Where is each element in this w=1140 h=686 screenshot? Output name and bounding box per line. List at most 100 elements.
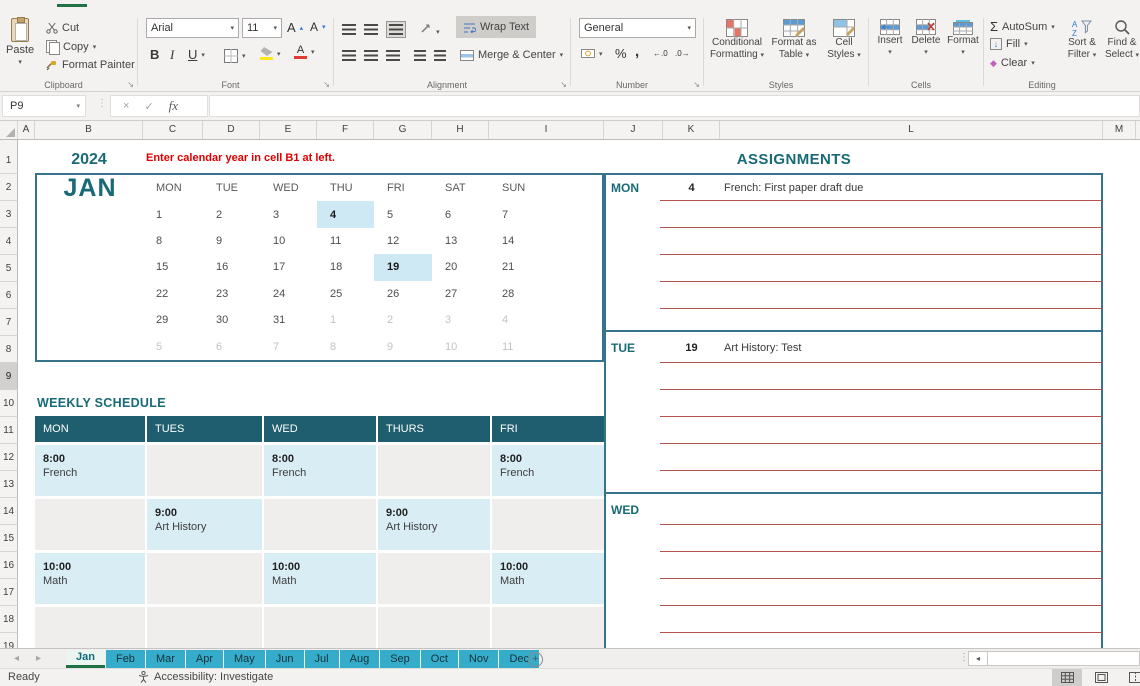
schedule-cell[interactable]: 10:00Math: [264, 553, 376, 604]
assignment-line[interactable]: [660, 470, 1102, 471]
calendar-day[interactable]: 27: [432, 281, 489, 307]
orientation-button[interactable]: ▾: [420, 22, 440, 37]
calendar-day-next-month[interactable]: 2: [374, 307, 432, 333]
calendar-day[interactable]: 21: [489, 254, 602, 280]
sheet-tab-jul[interactable]: Jul: [305, 650, 339, 668]
clipboard-dialog-launcher[interactable]: ↘: [127, 80, 134, 89]
cancel-icon[interactable]: ×: [123, 100, 129, 112]
format-as-table-button[interactable]: Format as Table ▾: [768, 19, 820, 62]
sheet-tab-mar[interactable]: Mar: [146, 650, 185, 668]
assignment-date-cell[interactable]: [663, 497, 720, 524]
page-layout-view-button[interactable]: [1086, 669, 1116, 686]
assignment-line[interactable]: [660, 416, 1102, 417]
percent-style-button[interactable]: %: [615, 46, 627, 61]
calendar-day[interactable]: 16: [203, 254, 260, 280]
column-header[interactable]: G: [374, 121, 432, 139]
sheet-tab-nov[interactable]: Nov: [459, 650, 499, 668]
calendar-day-next-month[interactable]: 10: [432, 333, 489, 359]
cell-styles-button[interactable]: Cell Styles ▾: [822, 19, 866, 62]
assignment-line[interactable]: [660, 308, 1102, 309]
calendar-day[interactable]: 28: [489, 281, 602, 307]
calendar-day-next-month[interactable]: 6: [203, 333, 260, 359]
calendar-day[interactable]: 30: [203, 307, 260, 333]
row-header[interactable]: 2: [0, 174, 18, 201]
align-middle-icon[interactable]: [364, 24, 378, 35]
row-header[interactable]: 5: [0, 255, 18, 282]
row-header[interactable]: 11: [0, 417, 18, 444]
italic-button[interactable]: I: [170, 47, 174, 63]
clear-button[interactable]: ◆ Clear ▾: [990, 57, 1035, 69]
schedule-cell[interactable]: [35, 607, 145, 648]
sheet-tab-feb[interactable]: Feb: [106, 650, 145, 668]
column-header[interactable]: F: [317, 121, 374, 139]
align-top-icon[interactable]: [342, 24, 356, 35]
font-color-button[interactable]: A ▾: [294, 45, 315, 59]
calendar-day-next-month[interactable]: 7: [260, 333, 317, 359]
assignment-line[interactable]: [660, 551, 1102, 552]
formula-input[interactable]: [209, 95, 1140, 117]
calendar-day[interactable]: 18: [317, 254, 374, 280]
assignment-date-cell[interactable]: 4: [663, 175, 720, 202]
align-left-icon[interactable]: [342, 50, 356, 61]
calendar-day-highlighted[interactable]: 19: [374, 254, 432, 280]
sheet-tab-sep[interactable]: Sep: [380, 650, 420, 668]
sheet-tab-aug[interactable]: Aug: [340, 650, 380, 668]
shrink-font-button[interactable]: A▾: [310, 20, 326, 34]
assignment-date-cell[interactable]: 19: [663, 335, 720, 362]
grow-font-button[interactable]: A▴: [287, 20, 303, 35]
normal-view-button[interactable]: [1052, 669, 1082, 686]
calendar-day[interactable]: 12: [374, 228, 432, 254]
accounting-format-button[interactable]: ▾: [581, 48, 603, 59]
sheet-tab-apr[interactable]: Apr: [186, 650, 223, 668]
calendar-day[interactable]: 20: [432, 254, 489, 280]
prev-sheet-icon[interactable]: ◂: [14, 653, 19, 664]
schedule-cell[interactable]: 10:00Math: [492, 553, 604, 604]
comma-style-button[interactable]: ,: [635, 43, 639, 60]
column-header[interactable]: I: [489, 121, 604, 139]
row-header[interactable]: 17: [0, 579, 18, 606]
row-header[interactable]: 19: [0, 633, 18, 648]
insert-cells-button[interactable]: Insert ▾: [873, 19, 907, 59]
assignment-line[interactable]: [660, 200, 1102, 201]
font-size-combo[interactable]: 11 ▾: [242, 18, 282, 38]
align-right-icon[interactable]: [386, 50, 400, 61]
calendar-day[interactable]: 17: [260, 254, 317, 280]
schedule-cell[interactable]: [264, 607, 376, 648]
assignment-line[interactable]: [660, 632, 1102, 633]
schedule-cell[interactable]: [35, 499, 145, 550]
fill-color-button[interactable]: ▾: [260, 47, 281, 60]
row-header-selected[interactable]: 9: [0, 363, 18, 390]
schedule-cell[interactable]: [147, 445, 262, 496]
format-painter-button[interactable]: Format Painter: [46, 59, 135, 71]
column-header[interactable]: D: [203, 121, 260, 139]
row-header[interactable]: 7: [0, 309, 18, 336]
calendar-day[interactable]: 24: [260, 281, 317, 307]
insert-function-icon[interactable]: fx: [169, 98, 178, 114]
column-header[interactable]: C: [143, 121, 203, 139]
format-cells-button[interactable]: Format ▾: [945, 19, 981, 59]
increase-indent-icon[interactable]: [434, 50, 446, 61]
calendar-day[interactable]: 29: [143, 307, 203, 333]
assignment-line[interactable]: [660, 362, 1102, 363]
delete-cells-button[interactable]: Delete ▾: [909, 19, 943, 59]
assignment-text-cell[interactable]: Art History: Test: [724, 335, 801, 362]
row-header[interactable]: 1: [0, 147, 18, 174]
decrease-indent-icon[interactable]: [414, 50, 426, 61]
calendar-day[interactable]: 7: [489, 201, 602, 227]
row-header[interactable]: 4: [0, 228, 18, 255]
row-header[interactable]: 18: [0, 606, 18, 633]
worksheet[interactable]: 1 2 3 4 5 6 7 8 9 10 11 12 13 14 15 16 1…: [0, 140, 1140, 648]
number-dialog-launcher[interactable]: ↘: [693, 80, 700, 89]
assignment-text-cell[interactable]: French: First paper draft due: [724, 175, 863, 202]
schedule-cell[interactable]: 8:00French: [492, 445, 604, 496]
calendar-day[interactable]: 3: [260, 201, 317, 227]
calendar-day-next-month[interactable]: 1: [317, 307, 374, 333]
merge-center-button[interactable]: Merge & Center ▾: [456, 44, 567, 66]
borders-button[interactable]: ▾: [224, 49, 246, 63]
sheet-tab-jun[interactable]: Jun: [266, 650, 304, 668]
schedule-cell[interactable]: [147, 607, 262, 648]
schedule-cell[interactable]: 8:00French: [35, 445, 145, 496]
decrease-decimal-button[interactable]: .0→: [675, 49, 690, 58]
row-header[interactable]: 16: [0, 552, 18, 579]
column-header[interactable]: H: [432, 121, 489, 139]
